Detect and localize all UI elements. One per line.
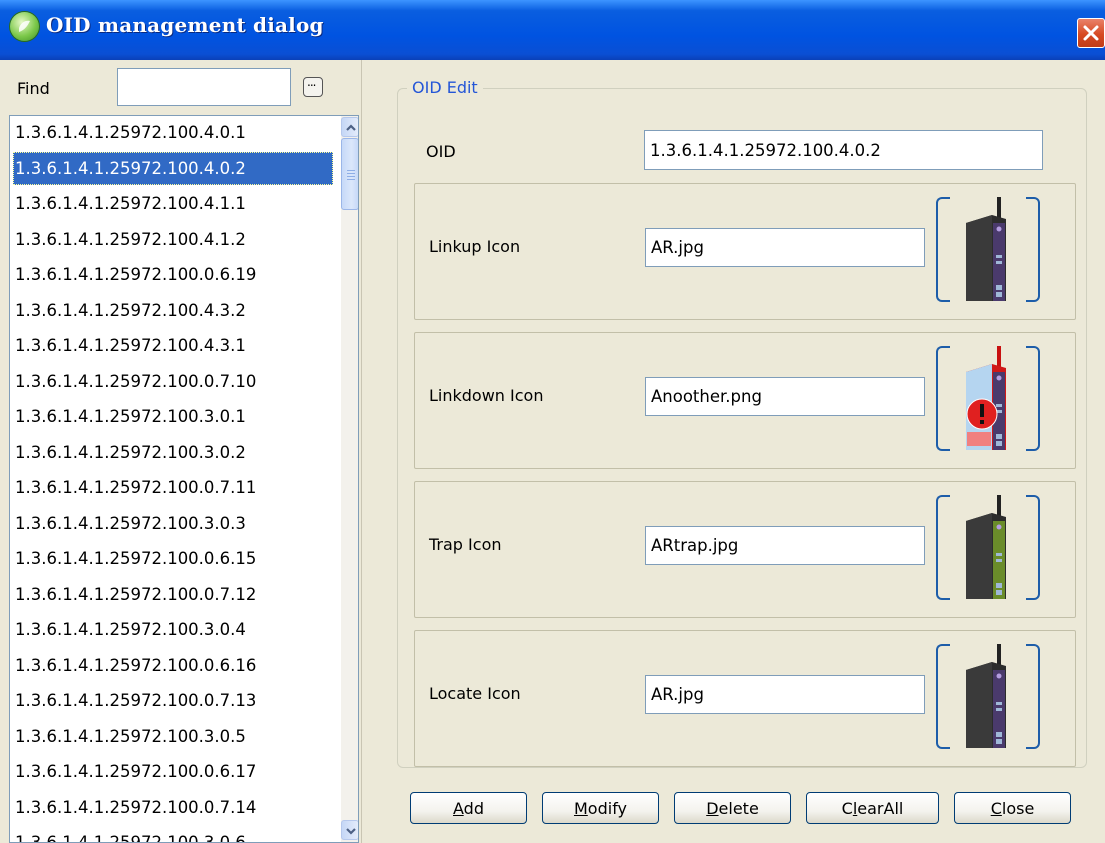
oid-list-item[interactable]: 1.3.6.1.4.1.25972.100.0.6.17 xyxy=(13,755,333,788)
oid-list-item[interactable]: 1.3.6.1.4.1.25972.100.0.7.10 xyxy=(13,365,333,398)
chevron-down-icon xyxy=(346,828,356,835)
linkup-icon-box: Linkup Icon xyxy=(414,183,1076,320)
window-title: OID management dialog xyxy=(46,13,324,37)
add-button[interactable]: Add xyxy=(410,792,527,824)
bracket-right xyxy=(1026,644,1040,749)
bracket-right xyxy=(1026,495,1040,600)
bracket-left xyxy=(936,346,950,451)
close-icon xyxy=(1083,25,1099,41)
oid-label: OID xyxy=(426,142,456,161)
oid-list[interactable]: 1.3.6.1.4.1.25972.100.4.0.1 1.3.6.1.4.1.2… xyxy=(9,115,359,843)
clear-all-button-label: ClearAll xyxy=(841,798,904,818)
icon-filename-field[interactable] xyxy=(645,675,925,714)
close-button-label: Close xyxy=(990,798,1035,818)
oid-list-item[interactable]: 1.3.6.1.4.1.25972.100.3.0.6 xyxy=(13,826,333,842)
oid-list-item[interactable]: 1.3.6.1.4.1.25972.100.0.7.13 xyxy=(13,684,333,717)
modify-button-label: Modify xyxy=(573,798,628,818)
find-input[interactable] xyxy=(117,68,291,106)
scroll-thumb[interactable] xyxy=(341,138,358,210)
linkdown-icon-box: Linkdown Icon xyxy=(414,332,1076,469)
add-button-label: Add xyxy=(453,798,484,818)
chevron-up-icon xyxy=(346,124,356,131)
oid-list-item[interactable]: 1.3.6.1.4.1.25972.100.3.0.5 xyxy=(13,720,333,753)
trap-icon-box: Trap Icon xyxy=(414,481,1076,618)
close-window-button[interactable] xyxy=(1077,18,1105,48)
oid-list-item[interactable]: 1.3.6.1.4.1.25972.100.0.7.14 xyxy=(13,791,333,824)
icon-filename-field[interactable] xyxy=(645,526,925,565)
bracket-right xyxy=(1026,346,1040,451)
oid-field[interactable] xyxy=(644,130,1043,170)
oid-list-item[interactable]: 1.3.6.1.4.1.25972.100.0.6.16 xyxy=(13,649,333,682)
oid-list-item[interactable]: 1.3.6.1.4.1.25972.100.3.0.1 xyxy=(13,400,333,433)
bracket-left xyxy=(936,197,950,302)
oid-list-item[interactable]: 1.3.6.1.4.1.25972.100.0.7.12 xyxy=(13,578,333,611)
oid-list-item[interactable]: 1.3.6.1.4.1.25972.100.4.0.2 xyxy=(13,151,333,185)
icon-label: Locate Icon xyxy=(429,684,521,703)
oid-list-item[interactable]: 1.3.6.1.4.1.25972.100.4.3.2 xyxy=(13,294,333,327)
oid-list-item[interactable]: 1.3.6.1.4.1.25972.100.3.0.2 xyxy=(13,436,333,469)
ellipsis-icon: ... xyxy=(307,75,317,89)
icon-preview-button[interactable] xyxy=(936,344,1040,453)
icon-label: Trap Icon xyxy=(429,535,502,554)
bracket-left xyxy=(936,644,950,749)
oid-list-item[interactable]: 1.3.6.1.4.1.25972.100.4.1.2 xyxy=(13,223,333,256)
app-icon xyxy=(10,12,39,41)
oid-management-dialog: OID management dialog Find ... 1.3.6.1.4… xyxy=(0,0,1105,843)
find-label: Find xyxy=(17,79,50,98)
oid-list-item[interactable]: 1.3.6.1.4.1.25972.100.0.6.15 xyxy=(13,542,333,575)
find-browse-button[interactable]: ... xyxy=(303,75,323,97)
scroll-up-button[interactable] xyxy=(341,117,358,137)
title-bar[interactable]: OID management dialog xyxy=(0,0,1105,60)
list-scrollbar[interactable] xyxy=(341,116,358,842)
icon-preview-button[interactable] xyxy=(936,642,1040,751)
locate-icon-box: Locate Icon xyxy=(414,630,1076,767)
delete-button-label: Delete xyxy=(706,798,759,818)
oid-list-item[interactable]: 1.3.6.1.4.1.25972.100.4.1.1 xyxy=(13,187,333,220)
bracket-right xyxy=(1026,197,1040,302)
oid-edit-group-label: OID Edit xyxy=(407,78,483,97)
icon-filename-field[interactable] xyxy=(645,377,925,416)
oid-list-item[interactable]: 1.3.6.1.4.1.25972.100.4.0.1 xyxy=(13,116,333,149)
oid-list-item[interactable]: 1.3.6.1.4.1.25972.100.3.0.3 xyxy=(13,507,333,540)
icon-label: Linkdown Icon xyxy=(429,386,544,405)
oid-list-item[interactable]: 1.3.6.1.4.1.25972.100.0.7.11 xyxy=(13,471,333,504)
scroll-down-button[interactable] xyxy=(341,820,358,840)
icon-filename-field[interactable] xyxy=(645,228,925,267)
oid-list-item[interactable]: 1.3.6.1.4.1.25972.100.3.0.4 xyxy=(13,613,333,646)
panel-splitter[interactable] xyxy=(361,60,368,843)
delete-button[interactable]: Delete xyxy=(674,792,791,824)
oid-list-item[interactable]: 1.3.6.1.4.1.25972.100.0.6.19 xyxy=(13,258,333,291)
oid-list-item[interactable]: 1.3.6.1.4.1.25972.100.4.3.1 xyxy=(13,329,333,362)
clear-all-button[interactable]: ClearAll xyxy=(806,792,939,824)
icon-preview-button[interactable] xyxy=(936,195,1040,304)
close-button[interactable]: Close xyxy=(954,792,1071,824)
icon-label: Linkup Icon xyxy=(429,237,521,256)
modify-button[interactable]: Modify xyxy=(542,792,659,824)
bracket-left xyxy=(936,495,950,600)
icon-preview-button[interactable] xyxy=(936,493,1040,602)
